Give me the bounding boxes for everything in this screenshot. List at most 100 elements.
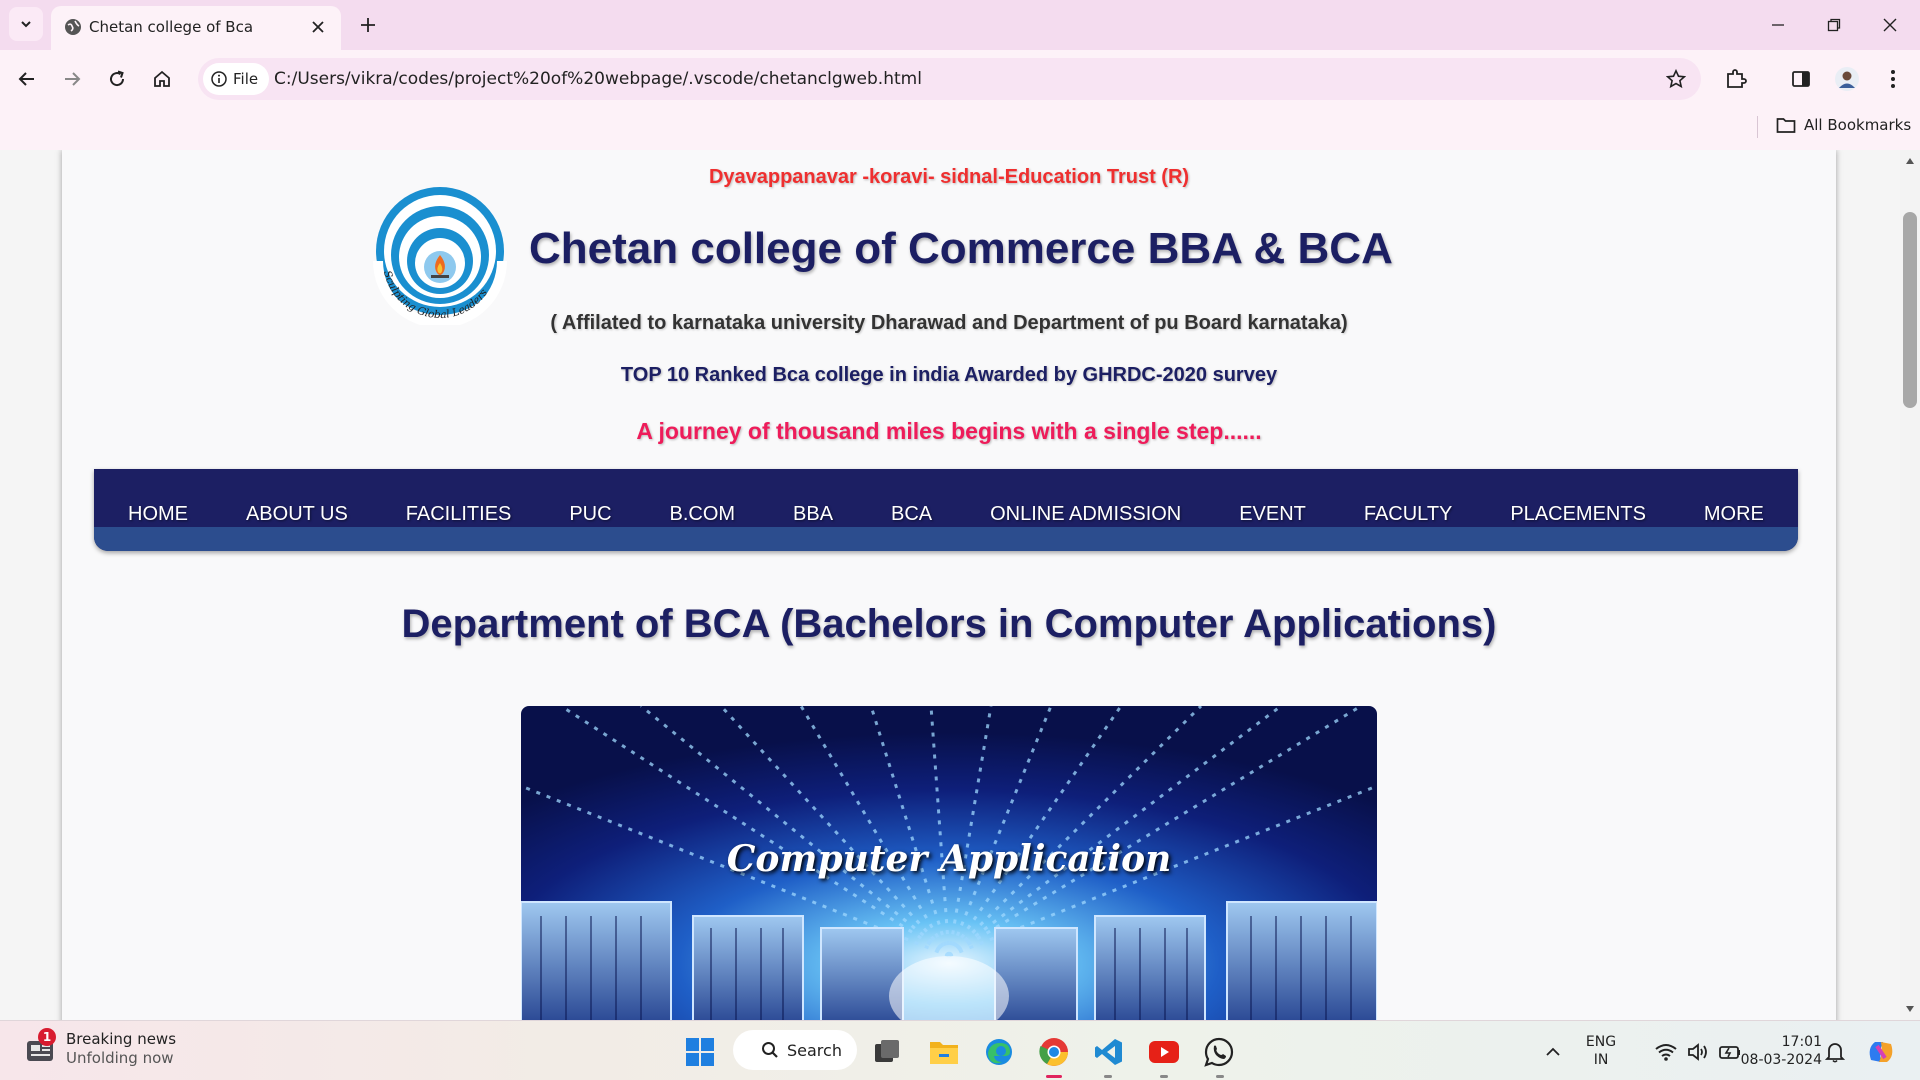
- language-indicator[interactable]: ENG IN: [1580, 1033, 1622, 1069]
- nav-puc[interactable]: PUC: [569, 503, 611, 526]
- edge-icon: [986, 1039, 1012, 1065]
- browser-tab[interactable]: Chetan college of Bca: [51, 6, 341, 50]
- arrow-right-icon: [65, 72, 81, 86]
- nav-placements[interactable]: PLACEMENTS: [1510, 503, 1646, 526]
- nav-bba[interactable]: BBA: [793, 503, 833, 526]
- reload-icon: [110, 70, 125, 87]
- task-view-icon: [875, 1040, 899, 1062]
- copilot-icon: [1869, 1042, 1893, 1062]
- nav-online-admission[interactable]: ONLINE ADMISSION: [990, 503, 1181, 526]
- whatsapp-button[interactable]: [1200, 1033, 1238, 1071]
- extensions-button[interactable]: [1719, 62, 1753, 96]
- bookmark-star-button[interactable]: [1663, 66, 1689, 92]
- reload-button[interactable]: [100, 62, 134, 96]
- wifi-icon: [1655, 1044, 1677, 1061]
- trust-name: Dyavappanavar -koravi- sidnal-Education …: [708, 166, 1190, 188]
- minimize-button[interactable]: [1758, 8, 1798, 42]
- clock-time: 17:01: [1781, 1034, 1822, 1050]
- chrome-icon: [1039, 1038, 1068, 1066]
- profile-button[interactable]: [1830, 62, 1864, 96]
- news-icon: 1: [24, 1028, 56, 1065]
- news-widget[interactable]: 1 Breaking news Unfolding now: [24, 1028, 177, 1068]
- vscode-button[interactable]: [1090, 1033, 1128, 1071]
- tab-search-button[interactable]: [9, 7, 43, 41]
- url-text[interactable]: C:/Users/vikra/codes/project%20of%20webp…: [274, 69, 922, 89]
- site-info-chip[interactable]: File: [203, 63, 269, 95]
- globe-icon: [65, 19, 81, 35]
- chrome-active-indicator: [1046, 1075, 1062, 1078]
- search-icon: [762, 1042, 778, 1058]
- site-chip-label: File: [233, 70, 259, 88]
- back-button[interactable]: [10, 62, 44, 96]
- college-name: Chetan college of Commerce BBA & BCA: [529, 224, 1393, 273]
- nav-about-us[interactable]: ABOUT US: [246, 503, 348, 526]
- notifications-button[interactable]: [1816, 1033, 1854, 1071]
- youtube-indicator: [1160, 1075, 1168, 1078]
- whatsapp-icon: [1204, 1037, 1234, 1067]
- news-badge: 1: [38, 1028, 56, 1046]
- page-container: Dyavappanavar -koravi- sidnal-Education …: [62, 150, 1836, 1020]
- triangle-down-icon: [1906, 1006, 1914, 1012]
- chrome-button[interactable]: [1035, 1033, 1073, 1071]
- browser-toolbar: File C:/Users/vikra/codes/project%20of%2…: [0, 50, 1920, 108]
- search-label: Search: [787, 1040, 842, 1060]
- all-bookmarks-label: All Bookmarks: [1804, 116, 1912, 134]
- arrow-left-icon: [18, 72, 34, 86]
- nav-home[interactable]: HOME: [128, 503, 188, 526]
- nav-list: HOME ABOUT US FACILITIES PUC B.COM BBA B…: [94, 503, 1798, 526]
- youtube-button[interactable]: [1145, 1033, 1183, 1071]
- side-panel-icon: [1792, 71, 1810, 87]
- chrome-menu-button[interactable]: [1876, 62, 1910, 96]
- vscode-icon: [1095, 1039, 1122, 1065]
- nav-facilities[interactable]: FACILITIES: [406, 503, 512, 526]
- forward-button[interactable]: [55, 62, 89, 96]
- bell-icon: [1825, 1043, 1845, 1063]
- nav-bcom[interactable]: B.COM: [670, 503, 736, 526]
- edge-button[interactable]: [980, 1033, 1018, 1071]
- show-hidden-icons-button[interactable]: [1534, 1033, 1572, 1071]
- new-tab-button[interactable]: [353, 10, 383, 40]
- scroll-down-arrow[interactable]: [1903, 1002, 1917, 1016]
- minimize-icon: [1772, 24, 1784, 26]
- home-button[interactable]: [145, 62, 179, 96]
- language-code: ENG: [1585, 1034, 1617, 1050]
- navbar-stripe: [94, 527, 1798, 551]
- address-bar[interactable]: File C:/Users/vikra/codes/project%20of%2…: [198, 58, 1701, 100]
- scroll-up-arrow[interactable]: [1903, 154, 1917, 168]
- info-icon: [211, 71, 227, 87]
- nav-more[interactable]: MORE: [1704, 503, 1764, 526]
- nav-event[interactable]: EVENT: [1239, 503, 1306, 526]
- side-panel-button[interactable]: [1784, 62, 1818, 96]
- browser-tab-bar: Chetan college of Bca: [0, 0, 1920, 50]
- nav-faculty[interactable]: FACULTY: [1364, 503, 1453, 526]
- nav-bca[interactable]: BCA: [891, 503, 932, 526]
- restore-icon: [1827, 18, 1841, 32]
- tab-title: Chetan college of Bca: [89, 18, 254, 36]
- vscode-indicator: [1104, 1075, 1112, 1078]
- task-view-button[interactable]: [868, 1033, 906, 1071]
- taskbar-search[interactable]: Search: [733, 1030, 857, 1070]
- close-window-button[interactable]: [1870, 8, 1910, 42]
- whatsapp-indicator: [1216, 1075, 1224, 1078]
- more-vertical-icon: [1891, 70, 1895, 88]
- windows-taskbar: 1 Breaking news Unfolding now Search ENG…: [0, 1020, 1920, 1080]
- bookmarks-bar: All Bookmarks: [0, 108, 1920, 150]
- all-bookmarks-button[interactable]: All Bookmarks: [1776, 116, 1911, 134]
- restore-button[interactable]: [1814, 8, 1854, 42]
- affiliation-text: ( Affilated to karnataka university Dhar…: [550, 312, 1348, 334]
- close-tab-icon[interactable]: [307, 16, 329, 38]
- plus-icon: [361, 18, 375, 32]
- news-subtitle: Unfolding now: [66, 1049, 174, 1067]
- scrollbar-thumb[interactable]: [1903, 212, 1917, 408]
- star-icon: [1666, 69, 1686, 89]
- news-title: Breaking news: [66, 1030, 177, 1048]
- folder-icon: [1776, 118, 1796, 133]
- triangle-up-icon: [1906, 158, 1914, 164]
- volume-icon: [1688, 1043, 1707, 1061]
- file-explorer-button[interactable]: [925, 1033, 963, 1071]
- start-button[interactable]: [681, 1033, 719, 1071]
- college-logo: Sculpting Global Leaders: [373, 187, 507, 325]
- clock[interactable]: 17:01 08-03-2024: [1736, 1033, 1822, 1069]
- home-icon: [154, 70, 170, 87]
- copilot-button[interactable]: [1862, 1033, 1900, 1071]
